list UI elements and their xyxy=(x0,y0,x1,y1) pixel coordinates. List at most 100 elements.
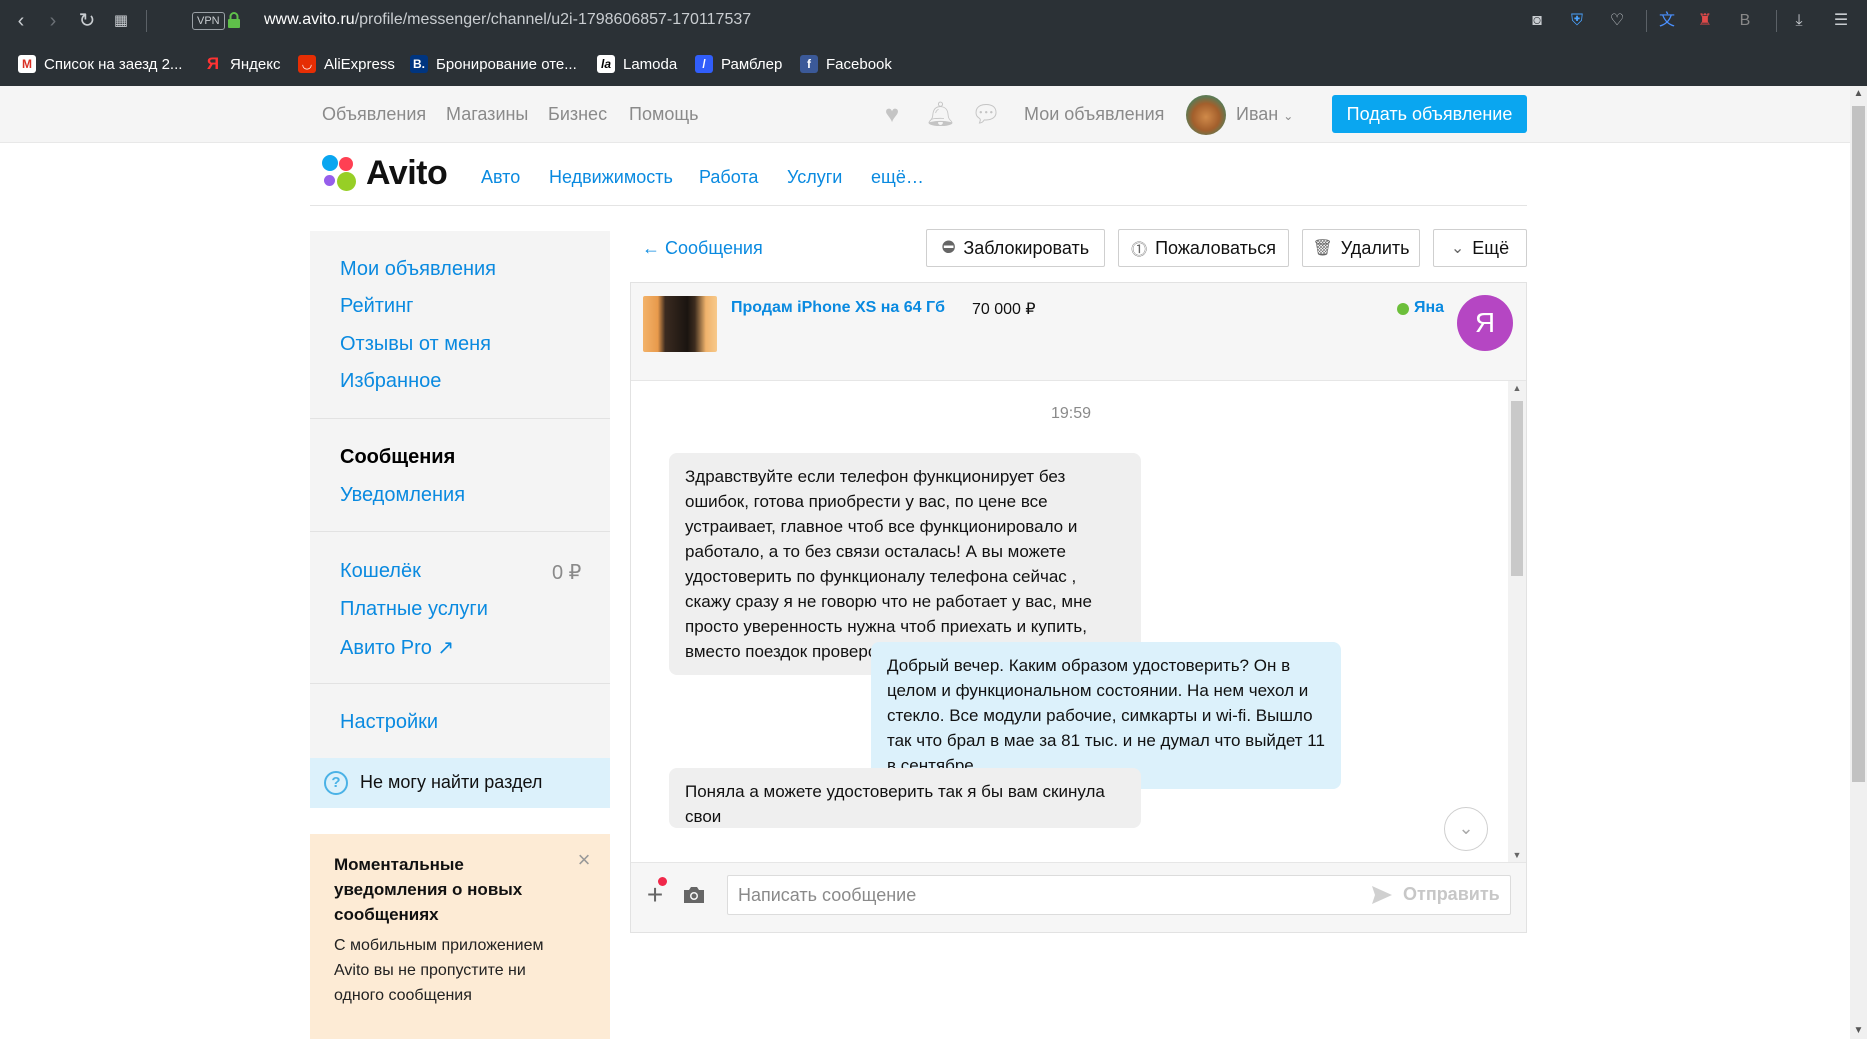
bookmark-item[interactable]: ◡ AliExpress xyxy=(298,52,395,76)
logo-dots-icon xyxy=(322,155,358,191)
report-button[interactable]: ⓵ Пожаловаться xyxy=(1118,229,1289,267)
scrollbar-thumb[interactable] xyxy=(1852,106,1865,782)
back-arrow-icon[interactable]: ‹ xyxy=(10,10,32,32)
sidebar-divider xyxy=(310,683,610,684)
user-name: Иван xyxy=(1236,104,1279,124)
translate-icon[interactable]: 文 xyxy=(1656,10,1678,32)
camera-icon[interactable]: ◙ xyxy=(1526,10,1548,32)
message-list[interactable]: 19:59 Здравствуйте если телефон функцион… xyxy=(631,381,1526,862)
page-scrollbar[interactable]: ▲ ▼ xyxy=(1850,86,1867,1039)
avatar[interactable] xyxy=(1186,95,1226,135)
extension-icon[interactable]: ♜ xyxy=(1694,10,1716,32)
block-button[interactable]: ⛔︎ Заблокировать xyxy=(926,229,1105,267)
notifications-bell-icon[interactable]: 🔔︎ xyxy=(925,102,955,128)
seller-avatar[interactable]: Я xyxy=(1457,295,1513,351)
scroll-to-bottom-chevron-icon[interactable]: ⌄ xyxy=(1444,807,1488,851)
bookmark-label: Бронирование оте... xyxy=(436,55,577,73)
tabs-grid-icon[interactable]: ▦ xyxy=(110,10,132,32)
sidebar-item-reviews[interactable]: Отзывы от меня xyxy=(340,333,491,356)
vpn-badge[interactable]: VPN xyxy=(192,12,225,30)
category-jobs[interactable]: Работа xyxy=(699,167,758,188)
app-promo-banner: Моментальные уведомления о новых сообщен… xyxy=(310,834,610,1039)
messages-chat-icon[interactable]: 💬︎ xyxy=(971,102,1001,128)
url-path: /profile/messenger/channel/u2i-179860685… xyxy=(354,11,752,28)
sidebar-item-my-ads[interactable]: Мои объявления xyxy=(340,258,496,281)
bookmark-item[interactable]: B. Бронирование оте... xyxy=(410,52,577,76)
topbar-link-help[interactable]: Помощь xyxy=(629,104,699,125)
bookmark-item[interactable]: la Lamoda xyxy=(597,52,677,76)
bookmark-label: Lamoda xyxy=(623,55,678,73)
category-realty[interactable]: Недвижимость xyxy=(549,167,673,188)
heart-icon[interactable]: ♡ xyxy=(1606,10,1628,32)
topbar-link-ads[interactable]: Объявления xyxy=(322,104,426,125)
camera-icon[interactable] xyxy=(682,885,706,905)
favorites-heart-icon[interactable]: ♥ xyxy=(879,102,905,128)
item-title-link[interactable]: Продам iPhone XS на 64 Гб xyxy=(731,299,945,317)
sidebar-item-paid-services[interactable]: Платные услуги xyxy=(340,598,488,621)
back-to-messages-link[interactable]: ← Сообщения xyxy=(642,238,763,259)
chat-header: Продам iPhone XS на 64 Гб 70 000 ₽ Яна Я xyxy=(631,283,1526,381)
scroll-up-arrow-icon[interactable]: ▲ xyxy=(1850,86,1867,102)
category-auto[interactable]: Авто xyxy=(481,167,520,188)
seller-name-link[interactable]: Яна xyxy=(1414,299,1444,317)
more-label: Ещё xyxy=(1472,237,1510,258)
topbar-link-business[interactable]: Бизнес xyxy=(548,104,607,125)
chevron-down-icon: ⌄ xyxy=(1450,240,1465,257)
toolbar-separator xyxy=(1776,10,1777,32)
reload-icon[interactable]: ↻ xyxy=(76,10,98,32)
bookmark-item[interactable]: Я Яндекс xyxy=(204,52,281,76)
close-icon[interactable]: × xyxy=(574,849,594,871)
sidebar-item-messages[interactable]: Сообщения xyxy=(340,446,455,469)
sidebar-item-wallet[interactable]: Кошелёк xyxy=(340,560,421,583)
scroll-down-arrow-icon[interactable]: ▼ xyxy=(1508,848,1526,862)
bookmark-item[interactable]: M Список на заезд 2... xyxy=(18,52,182,76)
scroll-down-arrow-icon[interactable]: ▼ xyxy=(1850,1023,1867,1039)
category-services[interactable]: Услуги xyxy=(787,167,842,188)
logo-text: Avito xyxy=(366,153,448,192)
message-incoming: Поняла а можете удостоверить так я бы ва… xyxy=(669,768,1141,828)
bookmark-label: Рамблер xyxy=(721,55,783,73)
category-more[interactable]: ещё… xyxy=(871,167,924,188)
bookmark-item[interactable]: / Рамблер xyxy=(695,52,782,76)
wallet-balance: 0 ₽ xyxy=(552,562,582,584)
topbar-link-shops[interactable]: Магазины xyxy=(446,104,528,125)
message-timestamp: 19:59 xyxy=(1050,405,1092,422)
facebook-icon: f xyxy=(800,55,818,73)
bookmark-label: AliExpress xyxy=(324,55,395,73)
avito-logo[interactable]: Avito xyxy=(322,153,448,193)
shield-icon[interactable]: ⛨ xyxy=(1566,10,1588,32)
sidebar-item-notifications[interactable]: Уведомления xyxy=(340,484,465,507)
send-arrow-icon xyxy=(1372,885,1392,904)
send-button[interactable]: Отправить xyxy=(1371,884,1500,905)
scroll-up-arrow-icon[interactable]: ▲ xyxy=(1508,381,1526,395)
chat-scrollbar-thumb[interactable] xyxy=(1511,401,1523,576)
sidebar-item-avito-pro[interactable]: Авито Pro ↗ xyxy=(340,635,454,660)
topbar-my-ads[interactable]: Мои объявления xyxy=(1024,104,1164,125)
help-link[interactable]: ? Не могу найти раздел xyxy=(310,758,610,808)
delete-button[interactable]: 🗑︎ Удалить xyxy=(1302,229,1420,267)
bookmark-item[interactable]: f Facebook xyxy=(800,52,892,76)
help-text: Не могу найти раздел xyxy=(360,772,543,792)
menu-icon[interactable]: ☰ xyxy=(1830,10,1852,32)
post-ad-button[interactable]: Подать объявление xyxy=(1332,95,1527,133)
sidebar-item-favorites[interactable]: Избранное xyxy=(340,370,441,393)
address-bar[interactable]: www.avito.ru/profile/messenger/channel/u… xyxy=(264,11,751,29)
sidebar-divider xyxy=(310,418,610,419)
toolbar-separator xyxy=(146,10,147,32)
browser-toolbar: ‹ › ↻ ▦ VPN www.avito.ru/profile/messeng… xyxy=(0,0,1867,86)
item-thumbnail[interactable] xyxy=(643,296,717,352)
block-label: Заблокировать xyxy=(963,237,1090,258)
bookmark-extension-icon[interactable]: B xyxy=(1734,10,1756,32)
more-button[interactable]: ⌄ Ещё xyxy=(1433,229,1527,267)
header-divider xyxy=(310,205,1527,206)
profile-sidebar: Мои объявления Рейтинг Отзывы от меня Из… xyxy=(310,231,610,808)
bookmark-label: Яндекс xyxy=(230,55,281,73)
forward-arrow-icon[interactable]: › xyxy=(42,10,64,32)
sidebar-item-rating[interactable]: Рейтинг xyxy=(340,295,413,318)
user-menu[interactable]: Иван ⌄ xyxy=(1236,104,1293,125)
download-icon[interactable]: ⤓ xyxy=(1788,10,1810,32)
chat-scrollbar[interactable]: ▲ ▼ xyxy=(1508,381,1526,862)
booking-icon: B. xyxy=(410,55,428,73)
sidebar-item-settings[interactable]: Настройки xyxy=(340,711,438,734)
message-outgoing: Добрый вечер. Каким образом удостоверить… xyxy=(871,642,1341,789)
